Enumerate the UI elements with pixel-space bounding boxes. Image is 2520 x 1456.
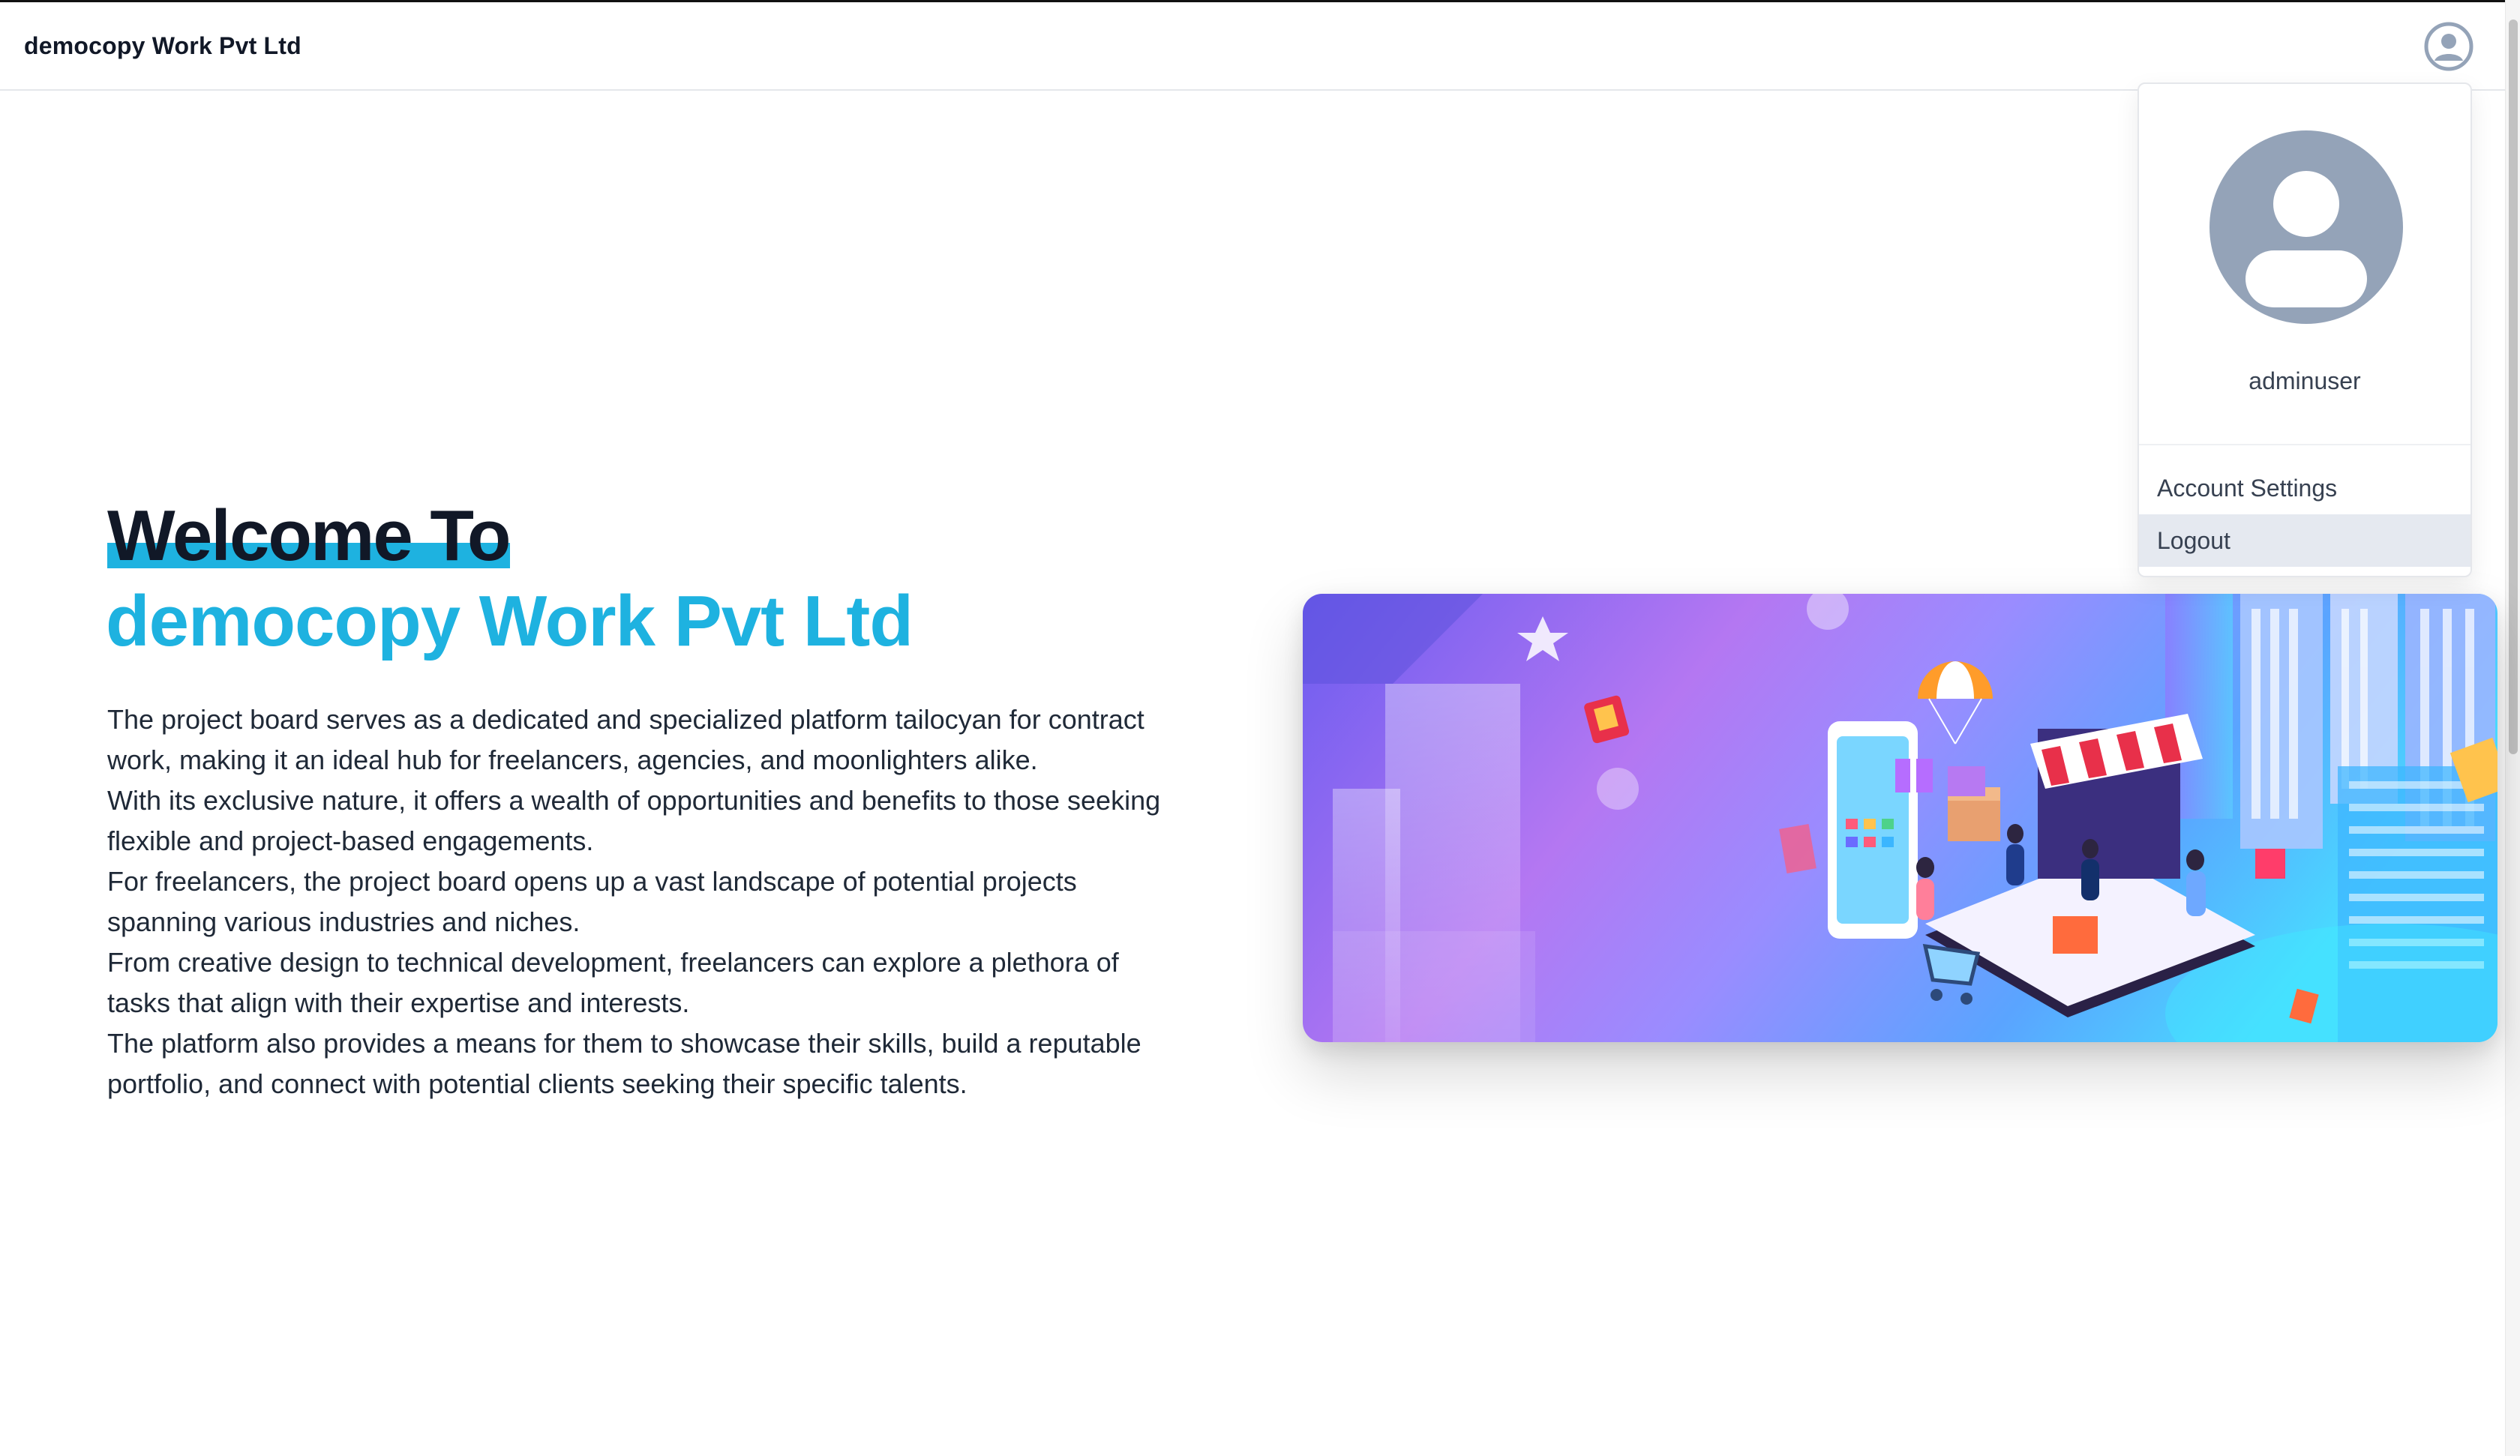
user-avatar-icon <box>2210 130 2403 324</box>
username-label: adminuser <box>2248 367 2361 394</box>
brand-title[interactable]: democopy Work Pvt Ltd <box>24 32 302 60</box>
top-navbar: democopy Work Pvt Ltd <box>0 2 2505 91</box>
welcome-heading-wrap: Welcome To <box>107 496 512 576</box>
page-scrollbar[interactable] <box>2505 0 2520 1456</box>
description-paragraph: From creative design to technical develo… <box>107 947 1119 1018</box>
ecommerce-illustration-banner <box>1303 594 2498 1042</box>
description-paragraph: The platform also provides a means for t… <box>107 1028 1142 1099</box>
hero-description: The project board serves as a dedicated … <box>107 700 1187 1104</box>
account-settings-menu-item[interactable]: Account Settings <box>2139 462 2470 514</box>
scrollbar-thumb[interactable] <box>2509 19 2518 754</box>
description-paragraph: The project board serves as a dedicated … <box>107 704 1144 775</box>
menu-divider <box>2139 444 2470 445</box>
user-dropdown-menu: adminuser Account Settings Logout <box>2138 82 2472 577</box>
company-heading: democopy Work Pvt Ltd <box>106 581 914 661</box>
logout-menu-item[interactable]: Logout <box>2139 514 2470 567</box>
user-circle-icon[interactable] <box>2424 22 2474 71</box>
welcome-text: Welcome To <box>107 496 512 576</box>
welcome-heading: Welcome To <box>107 496 512 576</box>
description-paragraph: For freelancers, the project board opens… <box>107 866 1077 937</box>
description-paragraph: With its exclusive nature, it offers a w… <box>107 785 1161 856</box>
